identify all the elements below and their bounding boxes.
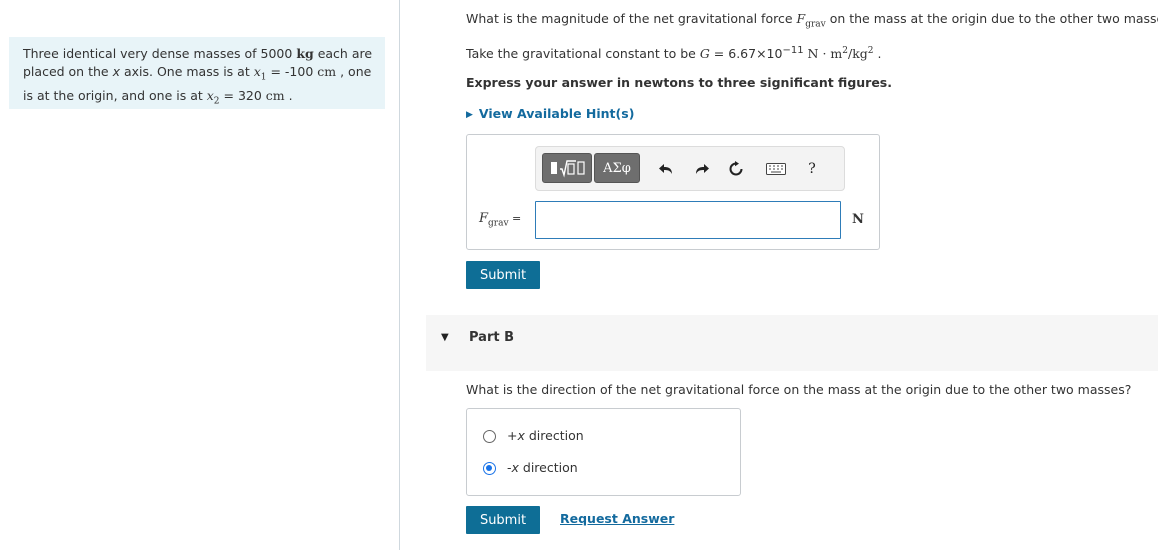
request-answer-link[interactable]: Request Answer	[560, 511, 674, 526]
problem-text-7: .	[284, 87, 293, 103]
problem-text-1: Three identical very dense masses of 500…	[23, 46, 297, 61]
g-var: G	[699, 46, 710, 62]
problem-text-4: = -100	[266, 63, 318, 79]
g-value: = 6.67×10	[709, 46, 783, 62]
direction-choices: +x direction -x direction	[466, 408, 741, 496]
g-note-pre: Take the gravitational constant to be	[466, 46, 700, 62]
caret-right-icon: ▶	[466, 110, 473, 120]
answer-label: Fgrav =	[479, 211, 521, 229]
part-b-submit-button[interactable]: Submit	[466, 506, 540, 534]
greek-symbols-button[interactable]: ΑΣφ	[594, 153, 640, 183]
x2-var: x	[206, 87, 214, 103]
g-units: N · m	[803, 46, 843, 62]
f-var: F	[796, 11, 806, 26]
answer-label-var: F	[479, 211, 489, 226]
view-hints-link[interactable]: ▶ View Available Hint(s)	[466, 106, 634, 121]
templates-button[interactable]	[542, 153, 592, 183]
part-a-question-post: on the mass at the origin due to the oth…	[825, 11, 1158, 26]
part-b-title: Part B	[469, 330, 515, 345]
part-a-submit-button[interactable]: Submit	[466, 261, 540, 289]
part-a-question: What is the magnitude of the net gravita…	[466, 11, 1158, 30]
problem-text-6: = 320	[219, 87, 266, 103]
choice-2-post: direction	[518, 460, 578, 475]
answer-input-panel: ΑΣφ ? Fgrav = N	[466, 134, 880, 250]
reset-icon[interactable]	[726, 159, 746, 179]
part-a-question-pre: What is the magnitude of the net gravita…	[466, 11, 797, 26]
radio-minus-x[interactable]	[483, 462, 496, 475]
g-note-end: .	[873, 46, 882, 62]
answer-unit: N	[852, 212, 864, 227]
choice-label-plus-x: +x direction	[507, 428, 584, 443]
g-units-2: /kg	[848, 46, 868, 62]
axis-var: x	[112, 63, 120, 79]
x1-var: x	[253, 63, 261, 79]
help-icon[interactable]: ?	[802, 159, 822, 179]
f-sub: grav	[805, 19, 826, 30]
g-exponent: −11	[782, 45, 804, 56]
answer-input[interactable]	[535, 201, 841, 239]
answer-label-eq: =	[508, 212, 522, 225]
redo-icon[interactable]	[692, 159, 712, 179]
gravitational-constant-note: Take the gravitational constant to be G …	[466, 45, 881, 61]
choice-1-var: x	[517, 428, 525, 443]
unit-cm-2: cm	[265, 87, 285, 103]
templates-icon	[551, 160, 585, 178]
panel-divider	[399, 0, 400, 550]
part-b-header[interactable]	[426, 315, 1158, 371]
problem-text-3: axis. One mass is at	[119, 63, 254, 79]
math-toolbar: ΑΣφ ?	[535, 146, 845, 191]
keyboard-icon[interactable]	[764, 159, 788, 179]
part-b-question: What is the direction of the net gravita…	[466, 382, 1132, 397]
choice-label-minus-x: -x direction	[507, 460, 578, 475]
answer-label-sub: grav	[488, 218, 509, 229]
undo-icon[interactable]	[656, 159, 676, 179]
choice-1-post: direction	[524, 428, 584, 443]
radio-plus-x[interactable]	[483, 430, 496, 443]
choice-2-var: x	[511, 460, 519, 475]
problem-statement: Three identical very dense masses of 500…	[9, 37, 385, 109]
unit-cm-1: cm	[317, 63, 337, 79]
unit-kg: kg	[296, 46, 314, 61]
view-hints-label: View Available Hint(s)	[478, 106, 635, 121]
caret-down-icon[interactable]: ▼	[441, 332, 449, 343]
answer-instruction: Express your answer in newtons to three …	[466, 75, 893, 90]
choice-1-pre: +	[507, 428, 518, 443]
